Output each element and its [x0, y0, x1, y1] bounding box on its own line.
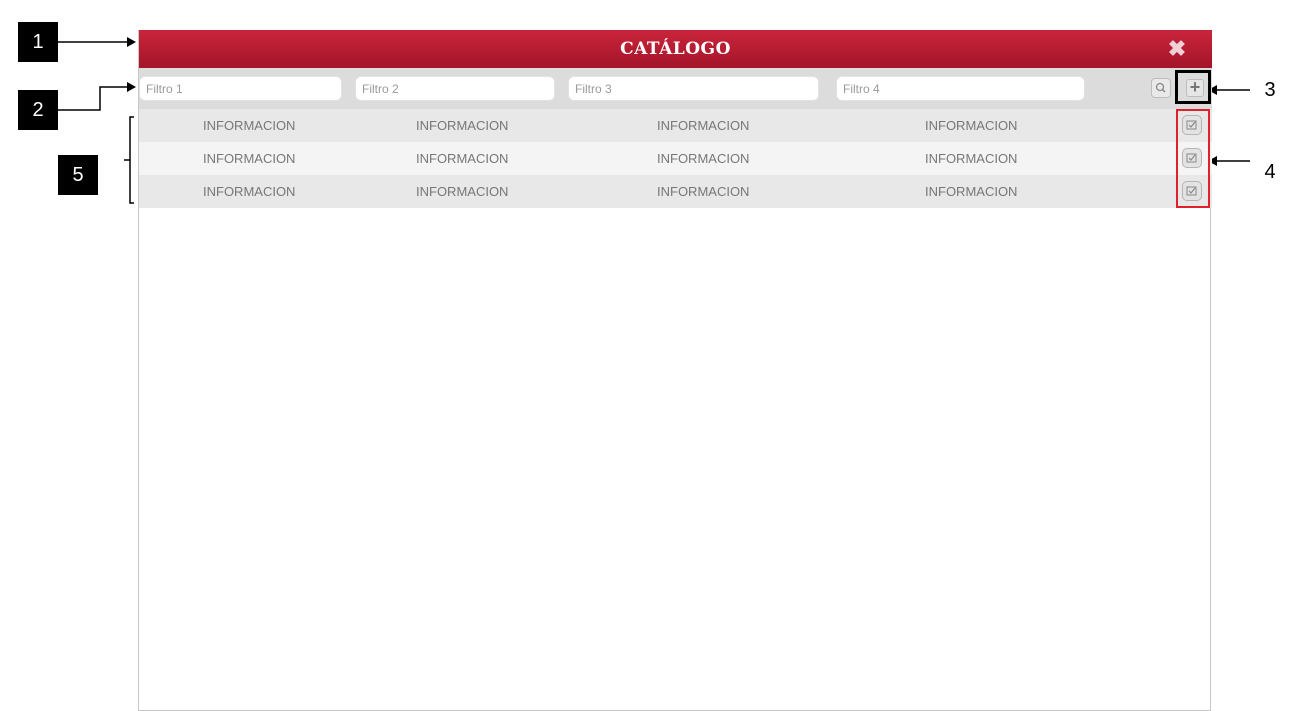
table-cell: INFORMACION: [416, 118, 509, 133]
filter-4-input[interactable]: [836, 76, 1085, 101]
window-title: CATÁLOGO: [620, 39, 731, 59]
table-cell: INFORMACION: [203, 184, 296, 199]
search-icon: [1155, 82, 1166, 93]
filter-2-input[interactable]: [355, 76, 555, 101]
callout-3: 3: [1250, 70, 1290, 110]
table-row: INFORMACION INFORMACION INFORMACION INFO…: [139, 142, 1212, 175]
callout-5: 5: [58, 155, 98, 195]
table-cell: INFORMACION: [203, 118, 296, 133]
table-cell: INFORMACION: [657, 184, 750, 199]
table-cell: INFORMACION: [416, 151, 509, 166]
close-icon[interactable]: ✖: [1164, 36, 1190, 62]
table-cell: INFORMACION: [657, 151, 750, 166]
filter-3-input[interactable]: [568, 76, 819, 101]
table-cell: INFORMACION: [203, 151, 296, 166]
add-button[interactable]: +: [1186, 77, 1204, 97]
search-button[interactable]: [1151, 78, 1171, 98]
add-button-highlight: +: [1175, 70, 1211, 104]
row-actions-highlight: [1176, 109, 1210, 208]
plus-icon: +: [1189, 77, 1201, 97]
callout-1: 1: [18, 22, 58, 62]
title-bar: CATÁLOGO ✖: [139, 30, 1212, 68]
table-cell: INFORMACION: [925, 118, 1018, 133]
table-row: INFORMACION INFORMACION INFORMACION INFO…: [139, 175, 1212, 208]
catalog-window: CATÁLOGO ✖ + INFORMACION INFORMACION INF…: [138, 30, 1212, 711]
table-cell: INFORMACION: [925, 184, 1018, 199]
table-row: INFORMACION INFORMACION INFORMACION INFO…: [139, 109, 1212, 142]
table-cell: INFORMACION: [416, 184, 509, 199]
table-cell: INFORMACION: [925, 151, 1018, 166]
callout-4: 4: [1250, 152, 1290, 192]
table-cell: INFORMACION: [657, 118, 750, 133]
filter-1-input[interactable]: [139, 76, 342, 101]
callout-2: 2: [18, 90, 58, 130]
